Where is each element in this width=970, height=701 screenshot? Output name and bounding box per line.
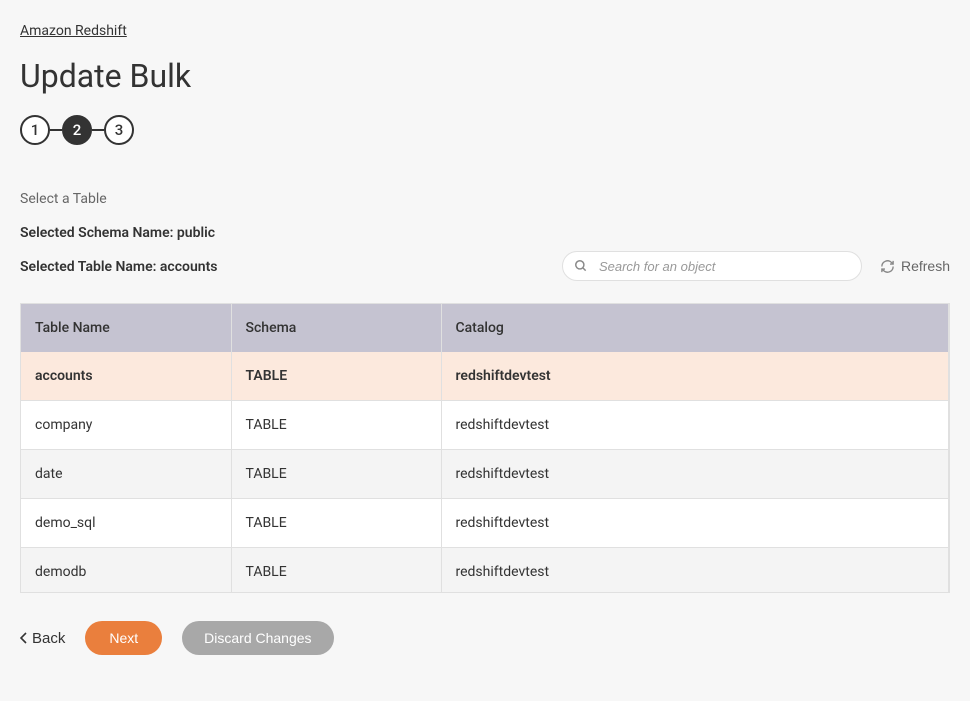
cell-schema: TABLE [231,450,441,499]
table-row[interactable]: accountsTABLEredshiftdevtest [21,352,949,401]
breadcrumb-link[interactable]: Amazon Redshift [20,23,127,39]
discard-button[interactable]: Discard Changes [182,621,333,655]
footer: Back Next Discard Changes [20,621,950,655]
step-line [92,129,104,131]
cell-table-name: demodb [21,548,231,592]
cell-table-name: date [21,450,231,499]
cell-catalog: redshiftdevtest [441,499,949,548]
select-table-label: Select a Table [20,191,950,207]
cell-table-name: company [21,401,231,450]
search-wrapper [562,251,862,281]
step-3[interactable]: 3 [104,115,134,145]
cell-catalog: redshiftdevtest [441,450,949,499]
stepper: 1 2 3 [20,115,950,145]
refresh-icon [880,259,895,274]
step-1[interactable]: 1 [20,115,50,145]
step-2[interactable]: 2 [62,115,92,145]
table-row[interactable]: dateTABLEredshiftdevtest [21,450,949,499]
cell-catalog: redshiftdevtest [441,352,949,401]
table-container: Table Name Schema Catalog accountsTABLEr… [20,303,950,593]
cell-schema: TABLE [231,548,441,592]
table-row[interactable]: demodbTABLEredshiftdevtest [21,548,949,592]
next-button[interactable]: Next [85,621,162,655]
cell-schema: TABLE [231,352,441,401]
cell-schema: TABLE [231,401,441,450]
table-row[interactable]: demo_sqlTABLEredshiftdevtest [21,499,949,548]
column-header-table-name[interactable]: Table Name [21,304,231,352]
cell-schema: TABLE [231,499,441,548]
cell-catalog: redshiftdevtest [441,401,949,450]
chevron-left-icon [20,632,28,644]
refresh-label: Refresh [901,258,950,274]
table-row[interactable]: companyTABLEredshiftdevtest [21,401,949,450]
search-input[interactable] [562,251,862,281]
cell-table-name: demo_sql [21,499,231,548]
search-icon [574,259,588,273]
back-button[interactable]: Back [20,630,65,647]
cell-table-name: accounts [21,352,231,401]
refresh-button[interactable]: Refresh [880,258,950,274]
column-header-schema[interactable]: Schema [231,304,441,352]
page-title: Update Bulk [20,57,950,95]
column-header-catalog[interactable]: Catalog [441,304,949,352]
tables-table: Table Name Schema Catalog accountsTABLEr… [21,304,949,592]
selected-schema-name: Selected Schema Name: public [20,225,950,241]
back-label: Back [32,630,65,647]
step-line [50,129,62,131]
cell-catalog: redshiftdevtest [441,548,949,592]
